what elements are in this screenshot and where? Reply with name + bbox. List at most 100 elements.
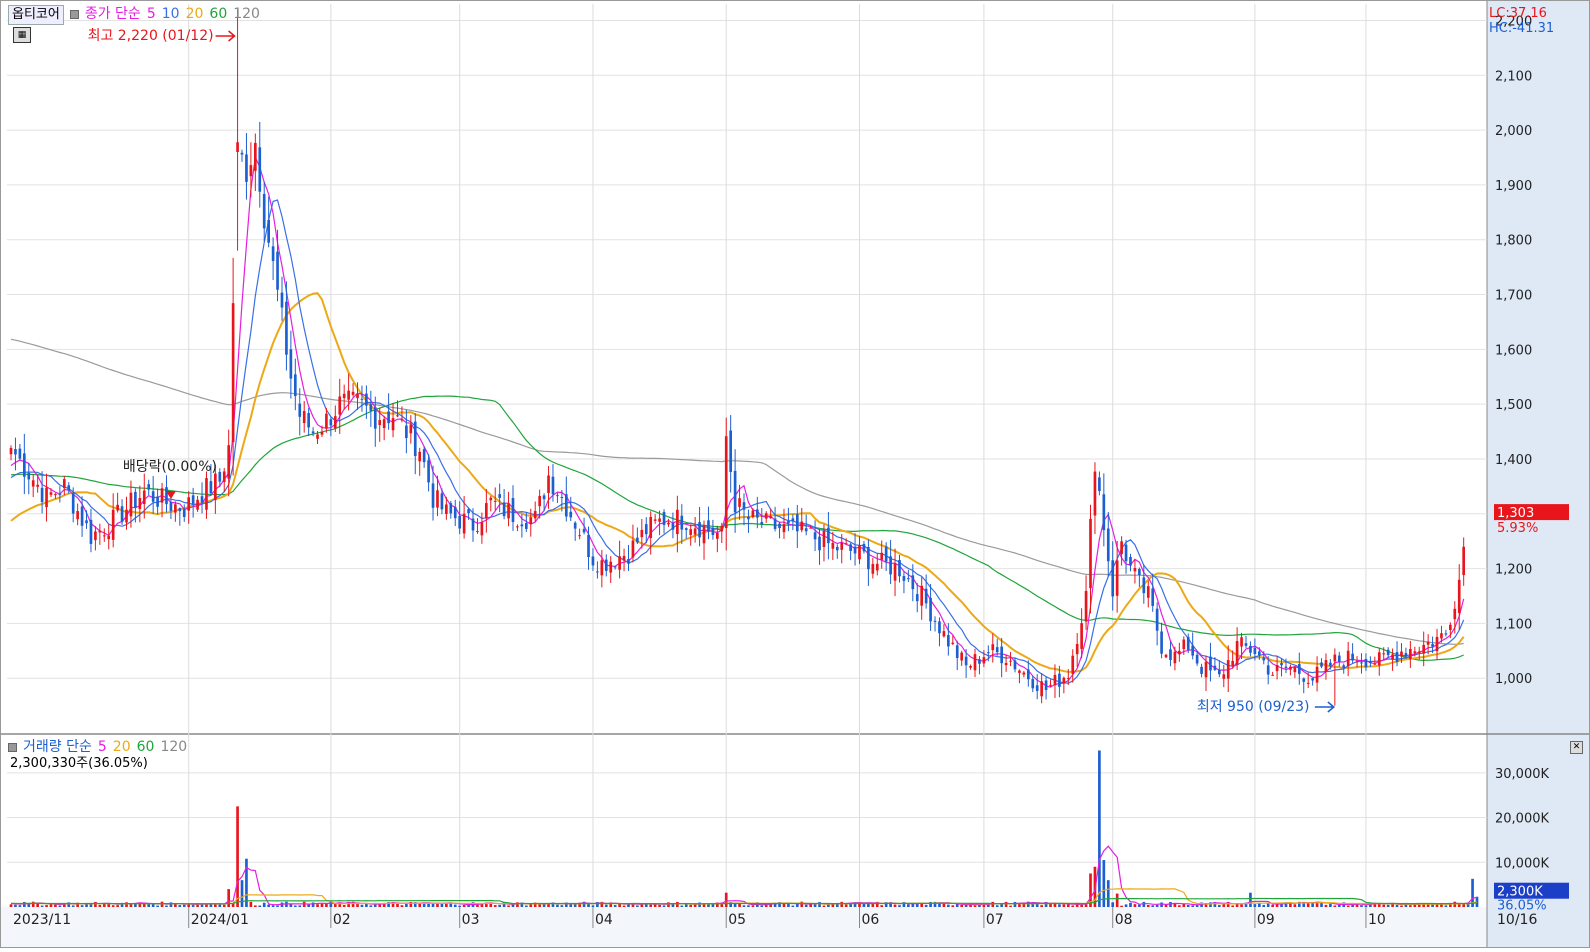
candle-body	[556, 495, 559, 497]
candle-body	[165, 487, 168, 505]
volume-bar	[222, 904, 226, 907]
candle-body	[658, 518, 661, 522]
candle-body	[867, 546, 870, 570]
time-axis-label: 04	[595, 912, 613, 928]
candle-body	[680, 515, 684, 530]
candle-body	[938, 621, 941, 634]
volume-bar	[453, 904, 457, 907]
volume-bar	[973, 905, 977, 907]
candle-body	[1018, 670, 1021, 673]
volume-bar	[1066, 904, 1070, 907]
volume-bar	[360, 904, 364, 907]
candle-body	[587, 534, 590, 558]
candle-body	[169, 502, 173, 511]
volume-bar	[1271, 904, 1274, 907]
candle-body	[1075, 644, 1079, 655]
candle-body	[1142, 577, 1146, 594]
volume-bar	[556, 904, 559, 907]
candle-body	[631, 540, 635, 558]
candle-body	[378, 420, 382, 426]
candle-body	[80, 506, 84, 526]
volume-bar	[14, 904, 17, 907]
volume-bar	[1124, 904, 1128, 907]
volume-bar	[258, 905, 262, 907]
candle-body	[1315, 666, 1319, 683]
candle-body	[1080, 623, 1083, 649]
volume-bar	[142, 903, 146, 907]
high-annotation: 최고 2,220 (01/12)	[88, 28, 214, 44]
candle-body	[1231, 660, 1234, 666]
candle-body	[800, 521, 804, 531]
candle-body	[89, 519, 93, 544]
candle-body	[1138, 568, 1141, 575]
close-icon[interactable]: ✕	[1570, 741, 1583, 754]
volume-bar	[1146, 905, 1150, 907]
volume-bar	[1240, 904, 1243, 907]
candle-body	[1240, 637, 1243, 647]
candle-body	[311, 431, 315, 434]
volume-bar	[1426, 904, 1430, 907]
candle-body	[356, 393, 359, 399]
volume-bar	[249, 901, 253, 907]
candle-body	[520, 524, 524, 527]
candle-body	[702, 525, 706, 544]
candle-body	[1453, 608, 1457, 620]
volume-bar	[1138, 904, 1141, 907]
volume-bar	[924, 905, 928, 907]
candle-body	[969, 665, 972, 668]
candle-body	[662, 511, 666, 525]
candle-body	[405, 425, 408, 439]
volume-bar	[760, 905, 764, 907]
volume-bar	[1049, 903, 1052, 907]
candle-body	[991, 644, 995, 651]
candle-body	[818, 536, 821, 551]
time-axis-label: 09	[1257, 912, 1275, 928]
volume-bar	[365, 903, 368, 907]
candle-body	[1324, 660, 1328, 672]
candle-body	[591, 556, 595, 566]
volume-bar	[293, 905, 297, 907]
candle-body	[125, 509, 128, 523]
candle-body	[14, 449, 17, 455]
candle-body	[1093, 471, 1097, 516]
stock-name-tag[interactable]: 옵티코어	[8, 5, 64, 25]
volume-bar	[98, 904, 102, 907]
volume-bar	[613, 905, 617, 907]
candle-body	[196, 499, 199, 510]
candle-body	[915, 594, 919, 602]
candle-body	[1053, 674, 1057, 686]
volume-bar	[298, 905, 302, 907]
volume-legend: 거래량 단순 5 20 60 120	[8, 738, 193, 756]
candle-body	[760, 522, 764, 525]
legend-ma60: 60	[209, 6, 228, 22]
candle-body	[373, 407, 377, 429]
candle-body	[307, 413, 310, 428]
candle-body	[693, 528, 697, 535]
volume-bar	[880, 905, 884, 907]
volume-bar	[289, 904, 293, 907]
volume-bar	[711, 904, 715, 907]
candle-body	[893, 563, 897, 581]
candle-body	[853, 546, 857, 554]
volume-bar	[493, 905, 497, 907]
candle-body	[1329, 662, 1332, 667]
calculator-icon[interactable]: ▦	[13, 27, 31, 43]
volume-bar	[58, 905, 62, 907]
candle-body	[716, 532, 719, 539]
volume-bar	[507, 905, 510, 907]
price-volume-chart[interactable]: 1,0001,1001,2001,3001,4001,5001,6001,700…	[0, 0, 1590, 948]
volume-legend-ma120: 120	[160, 739, 188, 755]
volume-bar	[649, 904, 653, 907]
volume-bar	[240, 880, 244, 907]
volume-bar	[462, 905, 466, 907]
volume-bar	[271, 905, 275, 907]
candle-body	[538, 495, 541, 507]
candle-body	[200, 496, 204, 503]
volume-current-text: 2,300,330주(36.05%)	[10, 756, 148, 771]
candle-body	[1413, 651, 1417, 654]
candle-body	[689, 529, 693, 535]
volume-bar	[1400, 905, 1403, 907]
volume-bar	[795, 904, 799, 907]
candle-body	[387, 411, 390, 424]
volume-bar	[560, 905, 564, 907]
